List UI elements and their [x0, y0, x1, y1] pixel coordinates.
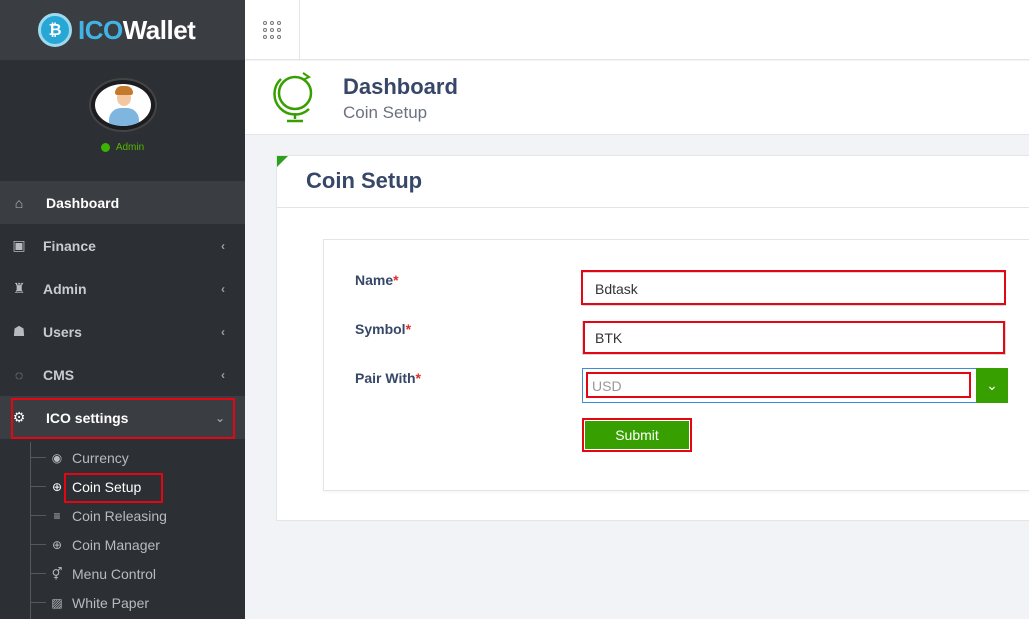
- submenu-item-coin-setup[interactable]: ⊕ Coin Setup: [30, 472, 245, 501]
- user-panel: Admin: [0, 60, 245, 182]
- symbol-input[interactable]: [582, 321, 1006, 355]
- card-divider: [277, 207, 1029, 208]
- globe-icon: [273, 72, 313, 123]
- symbol-label-text: Symbol: [355, 321, 406, 337]
- required-mark: *: [393, 272, 399, 288]
- submenu-item-label: Currency: [72, 449, 129, 466]
- bitcoin-logo-icon: ₿: [38, 13, 72, 47]
- tree-branch: [30, 515, 46, 516]
- sidebar-item-users[interactable]: ☗ Users ‹: [0, 310, 245, 353]
- card-corner-accent: [277, 156, 288, 167]
- tree-branch: [30, 457, 46, 458]
- tree-branch: [30, 544, 46, 545]
- sidebar-item-admin[interactable]: ♜ Admin ‹: [0, 267, 245, 310]
- chevron-left-icon: ‹: [221, 281, 225, 296]
- page-subtitle: Coin Setup: [343, 103, 428, 122]
- submenu-item-white-paper[interactable]: ▨ White Paper: [30, 588, 245, 617]
- submenu-item-menu-control[interactable]: ⚥ Menu Control: [30, 559, 245, 588]
- sidebar-item-label: Finance: [43, 237, 96, 254]
- chevron-left-icon: ‹: [221, 324, 225, 339]
- chevron-down-icon: ⌄: [214, 410, 225, 425]
- required-mark: *: [405, 321, 412, 337]
- page-header: Dashboard Coin Setup: [245, 61, 1029, 135]
- submenu-item-label: White Paper: [72, 594, 150, 611]
- user-role: Admin: [115, 142, 145, 153]
- submenu-item-label: Menu Control: [72, 565, 157, 582]
- sidebar-item-dashboard[interactable]: ⌂ Dashboard: [0, 181, 245, 224]
- user-status: Admin: [100, 142, 145, 153]
- sidebar-item-label: Admin: [43, 280, 87, 297]
- sidebar-item-label: Dashboard: [46, 194, 120, 211]
- app-grid-button[interactable]: [245, 0, 300, 60]
- pair-with-select[interactable]: USD ⌄: [582, 368, 1008, 403]
- money-icon: ▣: [12, 237, 26, 253]
- life-ring-icon: ⊕: [51, 479, 63, 494]
- comments-icon: ◌: [14, 366, 24, 383]
- chevron-left-icon: ‹: [221, 367, 225, 382]
- submenu-item-coin-releasing[interactable]: ≡ Coin Releasing: [30, 501, 245, 530]
- tree-branch: [30, 573, 46, 574]
- chevron-down-icon[interactable]: ⌄: [976, 368, 1008, 403]
- pair-with-value: USD: [592, 378, 622, 394]
- page-title: Dashboard: [343, 74, 458, 99]
- name-label: Name*: [355, 272, 399, 288]
- home-icon: ⌂: [14, 194, 24, 211]
- name-label-text: Name: [355, 272, 394, 288]
- database-icon: ≡: [53, 508, 61, 523]
- users-icon: ☗: [12, 323, 26, 339]
- avatar-body: [108, 108, 139, 126]
- user-secret-icon: ♜: [12, 280, 26, 296]
- submenu-item-label: Coin Manager: [72, 536, 160, 553]
- image-icon: ▨: [51, 595, 63, 610]
- tree-branch: [30, 602, 46, 603]
- online-dot-icon: [100, 143, 110, 152]
- symbol-label: Symbol*: [355, 321, 411, 337]
- submenu-item-coin-manager[interactable]: ⊕ Coin Manager: [30, 530, 245, 559]
- life-ring-icon: ⊕: [51, 537, 63, 552]
- top-navbar: [245, 0, 1029, 60]
- avatar-hair: [114, 86, 133, 95]
- brand-prefix: ICO: [78, 14, 123, 45]
- pair-with-label: Pair With*: [355, 370, 421, 386]
- sidebar-item-cms[interactable]: ◌ CMS ‹: [0, 353, 245, 396]
- coin-icon: ◉: [51, 450, 63, 465]
- gear-icon: ⚙: [12, 409, 26, 425]
- sidebar: ₿ ICOWallet Admin ⌂ Dashboard ▣ Finance …: [0, 0, 245, 619]
- chevron-left-icon: ‹: [221, 238, 225, 253]
- sidebar-item-label: CMS: [43, 366, 75, 383]
- brand-suffix: Wallet: [122, 14, 196, 45]
- brand-name: ICOWallet: [78, 14, 196, 46]
- avatar[interactable]: [90, 80, 155, 130]
- grid-icon: [263, 21, 281, 39]
- submenu-item-currency[interactable]: ◉ Currency: [30, 443, 245, 472]
- sidebar-item-finance[interactable]: ▣ Finance ‹: [0, 224, 245, 267]
- submenu-item-label: Coin Releasing: [72, 507, 167, 524]
- brand[interactable]: ₿ ICOWallet: [0, 0, 245, 60]
- sidebar-item-label: ICO settings: [46, 409, 129, 426]
- required-mark: *: [415, 370, 421, 386]
- sidebar-item-label: Users: [43, 323, 82, 340]
- tree-branch: [30, 486, 46, 487]
- name-input[interactable]: [582, 272, 1006, 306]
- submenu-item-label: Coin Setup: [72, 478, 142, 495]
- venus-mars-icon: ⚥: [51, 566, 63, 581]
- pair-with-label-text: Pair With: [355, 370, 416, 386]
- card-title: Coin Setup: [306, 168, 423, 193]
- submit-button[interactable]: Submit: [585, 421, 689, 449]
- sidebar-item-ico-settings[interactable]: ⚙ ICO settings ⌄: [0, 396, 245, 439]
